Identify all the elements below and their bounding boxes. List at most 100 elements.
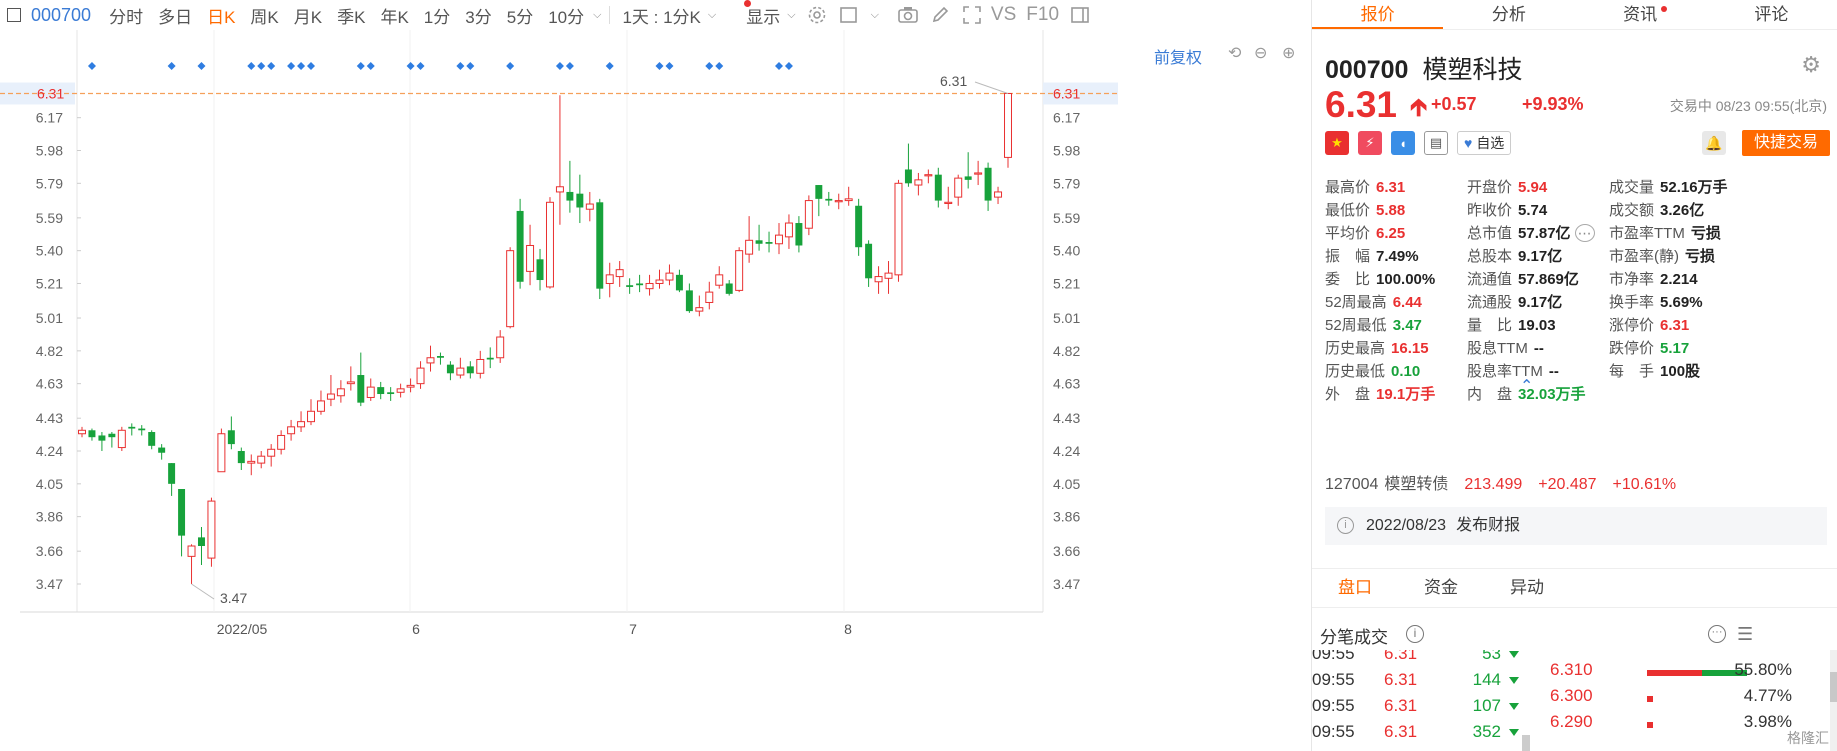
vs-button[interactable]: VS <box>991 4 1026 26</box>
candle-body[interactable] <box>605 274 614 284</box>
candle-body[interactable] <box>516 210 524 282</box>
event-marker[interactable] <box>366 62 375 70</box>
candle-body[interactable] <box>865 243 873 279</box>
tab-quarterly-k[interactable]: 季K <box>337 3 380 28</box>
candle-body[interactable] <box>964 176 972 180</box>
chevron-down-icon[interactable]: ⌵ <box>871 9 879 22</box>
tab-capital[interactable]: 资金 <box>1398 569 1484 607</box>
candle-body[interactable] <box>277 434 286 450</box>
zoom-out-icon[interactable]: ⊖ <box>1254 43 1267 63</box>
candle-body[interactable] <box>496 336 505 359</box>
gear-icon[interactable]: ⚙ <box>1801 52 1821 78</box>
candle-body[interactable] <box>705 291 714 303</box>
candle-body[interactable] <box>148 432 156 446</box>
settings-icon[interactable] <box>804 2 830 28</box>
zoom-in-icon[interactable]: ⊕ <box>1282 43 1295 63</box>
candle-body[interactable] <box>297 421 306 428</box>
candle-body[interactable] <box>377 387 385 395</box>
candle-body[interactable] <box>685 290 693 312</box>
tab-movements[interactable]: 异动 <box>1484 569 1570 607</box>
candle-body[interactable] <box>88 430 96 438</box>
price-adjust-toggle[interactable]: 前复权 <box>1154 44 1202 68</box>
tab-yearly-k[interactable]: 年K <box>380 3 423 28</box>
candle-body[interactable] <box>138 428 146 431</box>
collapse-icon[interactable]: ⌃ <box>1520 376 1533 396</box>
candle-body[interactable] <box>446 364 454 374</box>
candle-body[interactable] <box>655 279 664 284</box>
candle-body[interactable] <box>416 367 425 385</box>
tag-icon[interactable]: ◖ <box>1391 131 1415 155</box>
event-marker[interactable] <box>247 62 256 70</box>
event-marker[interactable] <box>665 62 674 70</box>
candle-body[interactable] <box>815 185 823 199</box>
event-marker[interactable] <box>555 62 564 70</box>
tab-intraday[interactable]: 分时 <box>109 3 158 28</box>
candle-body[interactable] <box>287 426 296 435</box>
candle-body[interactable] <box>944 201 953 205</box>
candle-body[interactable] <box>834 200 843 203</box>
candle-body[interactable] <box>436 356 444 358</box>
candle-body[interactable] <box>695 307 704 312</box>
pencil-icon[interactable] <box>927 2 953 28</box>
candle-body[interactable] <box>924 174 933 177</box>
candle-body[interactable] <box>755 240 763 244</box>
candle-body[interactable] <box>745 239 754 255</box>
fullscreen-icon[interactable] <box>959 2 985 28</box>
candle-body[interactable] <box>804 200 813 229</box>
candle-body[interactable] <box>108 433 116 438</box>
candle-body[interactable] <box>874 276 883 283</box>
tab-analysis[interactable]: 分析 <box>1443 0 1574 29</box>
candle-body[interactable] <box>784 222 793 238</box>
candle-body[interactable] <box>396 388 405 393</box>
candle-body[interactable] <box>735 250 744 291</box>
earnings-notice[interactable]: i 2022/08/23 发布财报 <box>1325 507 1827 545</box>
event-marker[interactable] <box>267 62 276 70</box>
candle-body[interactable] <box>555 186 564 193</box>
tab-daily-k[interactable]: 日K <box>207 3 250 28</box>
event-marker[interactable] <box>356 62 365 70</box>
candle-body[interactable] <box>626 285 634 287</box>
event-marker[interactable] <box>197 62 206 70</box>
tab-quote[interactable]: 报价 <box>1312 0 1444 29</box>
candle-body[interactable] <box>884 272 893 279</box>
candle-body[interactable] <box>844 198 853 202</box>
tab-3min[interactable]: 3分 <box>465 3 506 28</box>
tab-weekly-k[interactable]: 周K <box>250 3 293 28</box>
candle-body[interactable] <box>466 366 474 374</box>
ticks-list[interactable]: 09:55 6.31 53 09:55 6.31 144 09:55 6.31 107 09:55… <box>1312 650 1527 751</box>
candle-body[interactable] <box>526 244 535 272</box>
event-marker[interactable] <box>565 62 574 70</box>
candle-body[interactable] <box>934 174 942 201</box>
tab-comments[interactable]: 评论 <box>1706 0 1837 29</box>
candle-body[interactable] <box>267 448 276 457</box>
event-marker[interactable] <box>257 62 266 70</box>
candle-body[interactable] <box>645 282 654 290</box>
candle-body[interactable] <box>904 169 912 184</box>
tab-news[interactable]: 资讯 <box>1575 0 1706 29</box>
quick-trade-button[interactable]: 快捷交易 <box>1742 130 1830 156</box>
candle-body[interactable] <box>675 274 683 291</box>
candle-body[interactable] <box>825 198 833 201</box>
candle-body[interactable] <box>187 545 196 557</box>
candle-body[interactable] <box>486 357 494 360</box>
candle-body[interactable] <box>406 384 415 388</box>
bell-icon[interactable]: 🔔 <box>1702 131 1726 155</box>
candle-body[interactable] <box>585 203 594 210</box>
candle-body[interactable] <box>357 375 365 403</box>
convertible-bond-row[interactable]: 127004 模塑转债 213.499 +20.487 +10.61% <box>1325 470 1692 494</box>
candle-body[interactable] <box>775 234 783 245</box>
candle-body[interactable] <box>545 201 554 288</box>
f10-button[interactable]: F10 <box>1026 4 1067 26</box>
candle-body[interactable] <box>914 179 923 186</box>
candle-body[interactable] <box>168 463 176 484</box>
candle-body[interactable] <box>715 274 724 286</box>
event-marker[interactable] <box>307 62 316 70</box>
display-select[interactable]: 显示 <box>746 3 784 28</box>
candle-body[interactable] <box>247 460 256 464</box>
bookmark-icon[interactable]: ▤ <box>1424 131 1448 155</box>
add-watchlist-button[interactable]: ♥ 自选 <box>1457 131 1512 155</box>
kline-chart-area[interactable]: 6.17 6.17 5.98 5.98 5.79 5.79 5.59 5.59 5.40 5.40… <box>0 30 1310 751</box>
scrollbar[interactable] <box>1830 650 1837 751</box>
kline-chart[interactable]: 6.17 6.17 5.98 5.98 5.79 5.79 5.59 5.59 5.40 5.40… <box>0 30 1310 751</box>
candle-body[interactable] <box>336 388 345 397</box>
